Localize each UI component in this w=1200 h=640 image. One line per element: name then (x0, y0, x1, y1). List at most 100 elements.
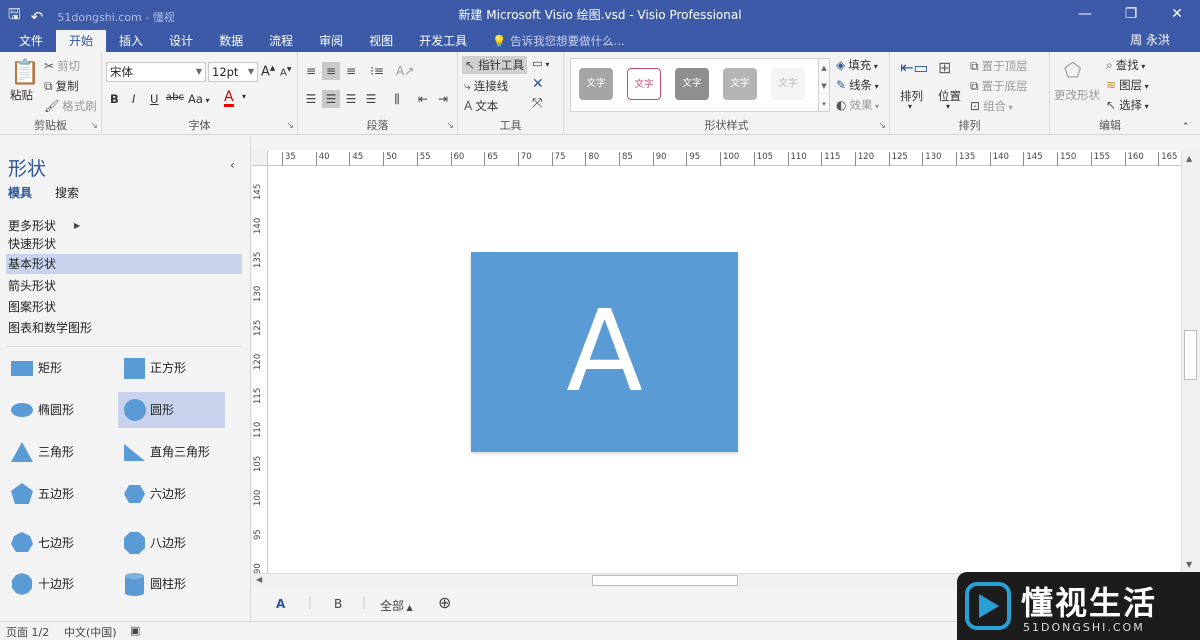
arrange-icon[interactable]: ⇤▭ (900, 58, 929, 77)
change-case-button[interactable]: Aa ▾ (188, 92, 209, 106)
align-left-icon[interactable]: ☰ (302, 90, 320, 108)
tab-process[interactable]: 流程 (256, 30, 306, 52)
paste-icon[interactable]: 📋 (10, 58, 40, 86)
macro-record-icon[interactable]: ▣ (130, 624, 140, 637)
stencil-basic-shapes[interactable]: 基本形状 (6, 254, 242, 274)
language-indicator[interactable]: 中文(中国) (64, 624, 117, 640)
tell-me-box[interactable]: 💡 告诉我您想要做什么... (492, 30, 624, 52)
grow-font-button[interactable]: A▲ (261, 64, 275, 79)
scroll-down-icon[interactable]: ▼ (1186, 560, 1192, 569)
tab-search[interactable]: 搜索 (55, 184, 79, 201)
send-to-back-button[interactable]: ⧉ 置于底层 (970, 78, 1028, 94)
style-swatch[interactable]: 文字 (627, 68, 661, 100)
style-swatch[interactable]: 文字 (579, 68, 613, 100)
strikethrough-button[interactable]: abc (166, 92, 184, 103)
scroll-up-icon[interactable]: ▲ (1186, 154, 1192, 163)
tab-home[interactable]: 开始 (56, 30, 107, 52)
page-indicator[interactable]: 页面 1/2 (6, 624, 49, 640)
copy-button[interactable]: ⧉ 复制 (44, 78, 79, 94)
horizontal-scroll-thumb[interactable] (592, 575, 738, 586)
collapse-panel-icon[interactable]: ‹ (230, 158, 235, 172)
tab-data[interactable]: 数据 (206, 30, 256, 52)
format-painter-button[interactable]: 🖌 格式刷 (44, 98, 97, 114)
tab-developer[interactable]: 开发工具 (406, 30, 480, 52)
collapse-ribbon-icon[interactable]: ⌃ (1182, 122, 1190, 132)
increase-indent-icon[interactable]: ⇥ (434, 90, 452, 108)
arrange-dropdown-icon[interactable]: ▾ (908, 102, 912, 111)
tab-design[interactable]: 设计 (156, 30, 206, 52)
rectangle-tool-button[interactable]: ▭ ▾ (532, 56, 549, 70)
shape-pentagon[interactable]: 五边形 (6, 476, 116, 512)
font-color-button[interactable]: A (224, 90, 234, 107)
shape-hexagon[interactable]: 六边形 (118, 476, 226, 512)
add-page-icon[interactable]: ⊕ (438, 593, 451, 612)
font-color-dropdown-icon[interactable]: ▾ (242, 92, 246, 101)
shape-circle[interactable]: 圆形 (118, 392, 225, 428)
change-shape-icon[interactable]: ⬠ (1064, 58, 1081, 82)
shape-decagon[interactable]: 十边形 (6, 566, 116, 602)
stencil-pattern-shapes[interactable]: 图案形状 (6, 297, 242, 317)
user-name[interactable]: 周 永洪 (1130, 31, 1170, 48)
shape-ellipse[interactable]: 椭圆形 (6, 392, 116, 428)
shape-heptagon[interactable]: 七边形 (6, 525, 116, 561)
shape-square[interactable]: 正方形 (118, 350, 226, 386)
shape-rectangle[interactable]: 矩形 (6, 350, 116, 386)
vertical-scrollbar[interactable]: ▲ ▼ (1181, 150, 1200, 573)
scroll-left-icon[interactable]: ◀ (256, 575, 262, 584)
close-tool-icon[interactable]: ✕ (532, 76, 544, 92)
tab-review[interactable]: 审阅 (306, 30, 356, 52)
position-icon[interactable]: ⊞ (938, 58, 951, 77)
tab-stencils[interactable]: 模具 (8, 184, 32, 201)
group-button[interactable]: ⊡ 组合 ▾ (970, 98, 1013, 114)
vertical-scroll-thumb[interactable] (1184, 330, 1197, 380)
align-top-icon[interactable]: ≡ (302, 62, 320, 80)
page-tab-b[interactable]: B (334, 597, 342, 611)
page-tab-a[interactable]: A (276, 597, 285, 611)
decrease-indent-icon[interactable]: ⇤ (414, 90, 432, 108)
cut-button[interactable]: ✂ 剪切 (44, 58, 80, 74)
find-button[interactable]: ⌕ 查找 ▾ (1106, 57, 1145, 73)
change-shape-button[interactable]: 更改形状 (1054, 87, 1100, 103)
shape-octagon[interactable]: 八边形 (118, 525, 226, 561)
tab-view[interactable]: 视图 (356, 30, 406, 52)
style-swatch[interactable]: 文字 (675, 68, 709, 100)
shape-cylinder[interactable]: 圆柱形 (118, 566, 226, 602)
stencil-quick-shapes[interactable]: 快速形状 (6, 234, 242, 254)
align-right-icon[interactable]: ☰ (342, 90, 360, 108)
justify-icon[interactable]: ☰ (362, 90, 380, 108)
clipboard-launcher-icon[interactable]: ↘ (90, 121, 98, 131)
effects-button[interactable]: ◐ 效果 ▾ (836, 97, 879, 113)
connection-point-icon[interactable]: ⤧ (532, 96, 542, 111)
shape-triangle[interactable]: 三角形 (6, 434, 116, 470)
tab-insert[interactable]: 插入 (106, 30, 156, 52)
align-bottom-icon[interactable]: ≡ (342, 62, 360, 80)
bring-to-front-button[interactable]: ⧉ 置于顶层 (970, 58, 1028, 74)
font-size-combo[interactable]: 12pt ▼ (208, 62, 258, 82)
all-pages-button[interactable]: 全部 ▲ (380, 597, 413, 614)
tab-file[interactable]: 文件 (6, 30, 56, 52)
stencil-more-shapes[interactable]: 更多形状 ▶ (6, 216, 242, 236)
shrink-font-button[interactable]: A▼ (280, 66, 291, 78)
select-button[interactable]: ↖ 选择 ▾ (1106, 97, 1149, 113)
stencil-chart-shapes[interactable]: 图表和数学图形 (6, 318, 242, 338)
style-swatch[interactable]: 文字 (771, 68, 805, 100)
close-button[interactable]: ✕ (1154, 0, 1200, 28)
position-dropdown-icon[interactable]: ▾ (946, 102, 950, 111)
bold-button[interactable]: B (110, 92, 119, 106)
align-center-icon[interactable]: ☰ (322, 90, 340, 108)
restore-button[interactable]: ❐ (1108, 0, 1154, 28)
drawing-canvas[interactable]: A (268, 166, 1181, 573)
font-name-combo[interactable]: 宋体 ▼ (106, 62, 206, 82)
fill-button[interactable]: ◈ 填充 ▾ (836, 57, 878, 73)
underline-button[interactable]: U (150, 92, 158, 106)
connector-button[interactable]: ⤷ 连接线 (464, 78, 508, 94)
font-launcher-icon[interactable]: ↘ (286, 121, 294, 131)
gallery-scroll[interactable]: ▲ ▼ ▾ (818, 58, 830, 112)
style-swatch[interactable]: 文字 (723, 68, 757, 100)
text-tool-button[interactable]: A 文本 (464, 98, 498, 114)
paste-button[interactable]: 粘贴 (10, 87, 33, 103)
layers-button[interactable]: ≋ 图层 ▾ (1106, 77, 1149, 93)
distribute-icon[interactable]: ⫼ (388, 90, 406, 108)
minimize-button[interactable]: — (1062, 0, 1108, 28)
shape-right-triangle[interactable]: 直角三角形 (118, 434, 226, 470)
